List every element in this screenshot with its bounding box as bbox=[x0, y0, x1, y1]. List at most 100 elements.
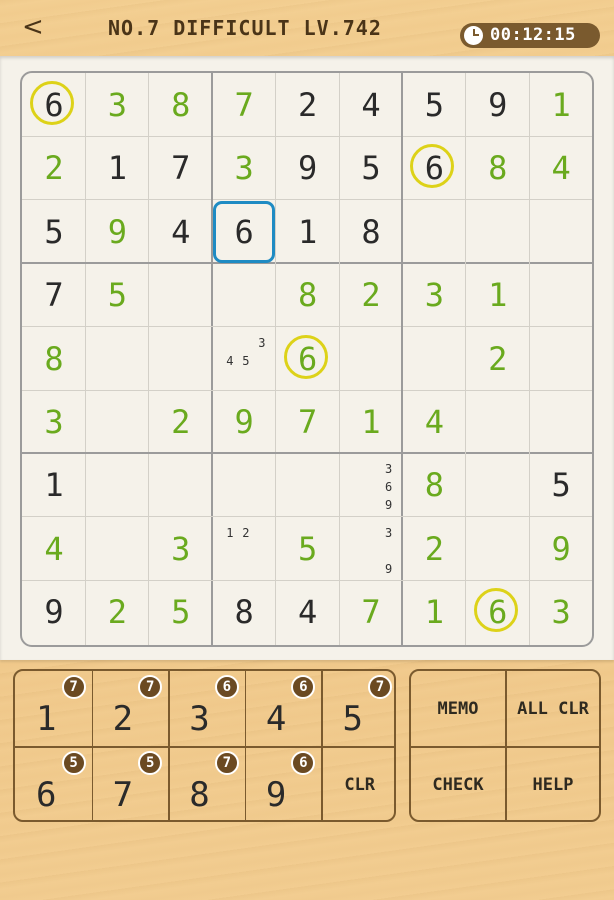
sudoku-cell[interactable]: 2 bbox=[85, 580, 149, 644]
sudoku-cell[interactable]: 3 bbox=[402, 263, 466, 327]
highlight-ring bbox=[30, 81, 74, 125]
sudoku-cell[interactable] bbox=[529, 263, 593, 327]
sudoku-cell[interactable]: 2 bbox=[402, 517, 466, 581]
sudoku-cell[interactable]: 3 45 bbox=[212, 327, 276, 391]
number-key-9[interactable]: 96 bbox=[245, 747, 322, 822]
sudoku-cell[interactable]: 3 bbox=[529, 580, 593, 644]
sudoku-cell[interactable]: 6 bbox=[466, 580, 530, 644]
sudoku-cell[interactable]: 6 bbox=[22, 73, 86, 137]
sudoku-cell[interactable]: 7 bbox=[22, 263, 86, 327]
sudoku-cell[interactable]: 7 bbox=[339, 580, 403, 644]
sudoku-cell[interactable] bbox=[466, 200, 530, 264]
sudoku-cell[interactable]: 9 bbox=[276, 136, 340, 200]
sudoku-cell[interactable] bbox=[276, 453, 340, 517]
sudoku-cell[interactable]: 4 bbox=[529, 136, 593, 200]
sudoku-cell[interactable] bbox=[85, 453, 149, 517]
sudoku-cell[interactable]: 3 bbox=[212, 136, 276, 200]
cell-value: 2 bbox=[297, 86, 318, 124]
sudoku-cell[interactable] bbox=[149, 327, 213, 391]
clear-button[interactable]: CLR bbox=[321, 747, 398, 822]
help-label: HELP bbox=[532, 774, 574, 795]
remaining-count-badge: 7 bbox=[138, 675, 163, 699]
sudoku-cell[interactable]: 9 bbox=[85, 200, 149, 264]
sudoku-cell[interactable]: 4 bbox=[339, 73, 403, 137]
sudoku-cell[interactable]: 5 bbox=[85, 263, 149, 327]
sudoku-cell[interactable] bbox=[212, 263, 276, 327]
sudoku-cell[interactable]: 8 bbox=[339, 200, 403, 264]
sudoku-cell[interactable] bbox=[529, 390, 593, 454]
check-button[interactable]: CHECK bbox=[411, 747, 505, 822]
sudoku-cell[interactable]: 7 bbox=[212, 73, 276, 137]
sudoku-cell[interactable]: 2 bbox=[276, 73, 340, 137]
sudoku-cell[interactable]: 4 bbox=[22, 517, 86, 581]
sudoku-cell[interactable]: 3 bbox=[85, 73, 149, 137]
sudoku-cell[interactable] bbox=[85, 327, 149, 391]
sudoku-cell[interactable] bbox=[529, 200, 593, 264]
sudoku-cell[interactable]: 5 bbox=[149, 580, 213, 644]
sudoku-cell[interactable]: 5 bbox=[276, 517, 340, 581]
cell-value: 2 bbox=[424, 529, 445, 568]
sudoku-cell[interactable]: 5 bbox=[22, 200, 86, 264]
sudoku-cell[interactable]: 7 bbox=[276, 390, 340, 454]
sudoku-cell[interactable]: 8 bbox=[276, 263, 340, 327]
number-pad: 1 7 2 7 3 6 4 6 5 7 6 5 7 5 8 7 9 6 CLR bbox=[13, 669, 396, 822]
sudoku-cell[interactable]: 9 bbox=[529, 517, 593, 581]
sudoku-cell[interactable]: 7 bbox=[149, 136, 213, 200]
back-button[interactable]: < bbox=[22, 12, 46, 42]
sudoku-cell[interactable]: 2 bbox=[149, 390, 213, 454]
sudoku-cell[interactable]: 1 bbox=[466, 263, 530, 327]
sudoku-board: 6387245912173956845946187582318345623297… bbox=[20, 71, 594, 647]
sudoku-cell[interactable] bbox=[402, 327, 466, 391]
sudoku-cell[interactable]: 1 bbox=[529, 73, 593, 137]
sudoku-cell[interactable]: 6 bbox=[212, 200, 276, 264]
sudoku-cell[interactable] bbox=[402, 200, 466, 264]
sudoku-cell[interactable]: 2 bbox=[466, 327, 530, 391]
help-button[interactable]: HELP bbox=[506, 747, 600, 822]
sudoku-cell[interactable]: 4 bbox=[402, 390, 466, 454]
sudoku-cell[interactable]: 8 bbox=[402, 453, 466, 517]
sudoku-cell[interactable]: 5 bbox=[339, 136, 403, 200]
sudoku-cell[interactable]: 3 6 9 bbox=[339, 453, 403, 517]
sudoku-cell[interactable]: 1 bbox=[22, 453, 86, 517]
sudoku-cell[interactable] bbox=[85, 390, 149, 454]
sudoku-cell[interactable] bbox=[212, 453, 276, 517]
number-key-5[interactable]: 57 bbox=[321, 671, 398, 746]
sudoku-cell[interactable] bbox=[149, 453, 213, 517]
sudoku-cell[interactable]: 8 bbox=[212, 580, 276, 644]
memo-mark: 1 bbox=[226, 525, 234, 540]
sudoku-cell[interactable] bbox=[466, 390, 530, 454]
sudoku-cell[interactable]: 3 bbox=[149, 517, 213, 581]
memo-mark: 9 bbox=[385, 561, 393, 576]
sudoku-cell[interactable]: 1 bbox=[276, 200, 340, 264]
sudoku-cell[interactable]: 5 bbox=[402, 73, 466, 137]
cell-value: 5 bbox=[107, 276, 128, 315]
sudoku-cell[interactable]: 4 bbox=[276, 580, 340, 644]
sudoku-cell[interactable] bbox=[85, 517, 149, 581]
sudoku-cell[interactable]: 12 bbox=[212, 517, 276, 581]
sudoku-cell[interactable]: 4 bbox=[149, 200, 213, 264]
sudoku-cell[interactable]: 2 bbox=[22, 136, 86, 200]
sudoku-cell[interactable]: 1 bbox=[402, 580, 466, 644]
sudoku-cell[interactable] bbox=[339, 327, 403, 391]
sudoku-cell[interactable]: 1 bbox=[339, 390, 403, 454]
sudoku-cell[interactable]: 9 bbox=[466, 73, 530, 137]
sudoku-cell[interactable] bbox=[529, 327, 593, 391]
sudoku-cell[interactable] bbox=[466, 453, 530, 517]
sudoku-cell[interactable] bbox=[466, 517, 530, 581]
sudoku-cell[interactable]: 2 bbox=[339, 263, 403, 327]
sudoku-cell[interactable]: 1 bbox=[85, 136, 149, 200]
sudoku-cell[interactable] bbox=[149, 263, 213, 327]
sudoku-cell[interactable]: 8 bbox=[149, 73, 213, 137]
memo-button[interactable]: MEMO bbox=[411, 671, 505, 746]
sudoku-cell[interactable]: 9 bbox=[212, 390, 276, 454]
sudoku-cell[interactable]: 8 bbox=[22, 327, 86, 391]
sudoku-cell[interactable]: 9 bbox=[22, 580, 86, 644]
all-clear-button[interactable]: ALL CLR bbox=[506, 671, 600, 746]
sudoku-cell[interactable]: 6 bbox=[402, 136, 466, 200]
sudoku-cell[interactable]: 5 bbox=[529, 453, 593, 517]
sudoku-cell[interactable]: 8 bbox=[466, 136, 530, 200]
highlight-ring bbox=[410, 144, 455, 189]
sudoku-cell[interactable]: 6 bbox=[276, 327, 340, 391]
sudoku-cell[interactable]: 39 bbox=[339, 517, 403, 581]
sudoku-cell[interactable]: 3 bbox=[22, 390, 86, 454]
